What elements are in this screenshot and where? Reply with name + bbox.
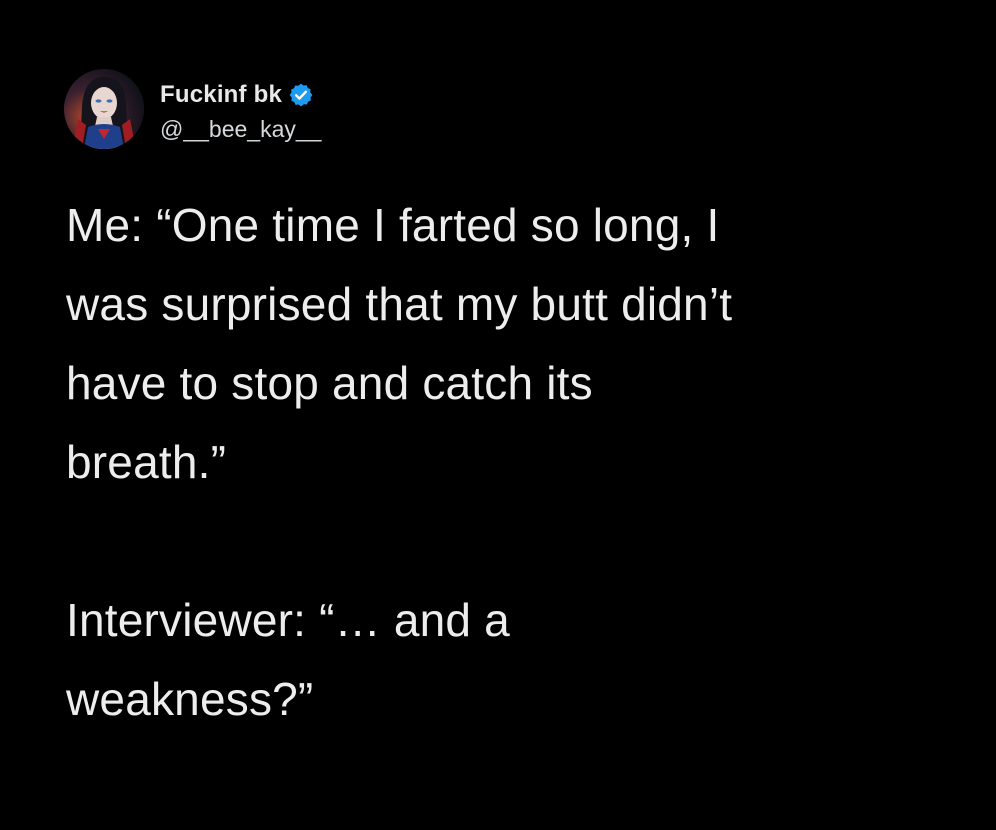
display-name-row: Fuckinf bk [160,78,321,112]
tweet-card: Fuckinf bk @__bee_kay__ Me: “One time I … [0,0,996,830]
avatar[interactable] [64,69,144,149]
avatar-image [64,69,144,149]
author-names: Fuckinf bk @__bee_kay__ [160,78,321,141]
display-name[interactable]: Fuckinf bk [160,82,282,107]
author-handle[interactable]: @__bee_kay__ [160,117,321,141]
verified-badge-icon [289,83,313,106]
tweet-header: Fuckinf bk @__bee_kay__ [64,68,321,150]
tweet-text: Me: “One time I farted so long, I was su… [66,199,733,725]
